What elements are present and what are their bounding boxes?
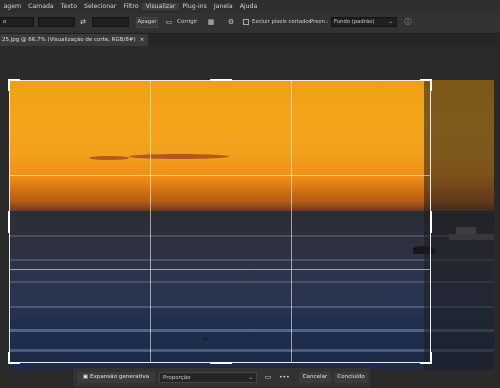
crop-handle-bottom[interactable] — [210, 362, 232, 364]
menu-bar: agem Camada Texto Selecionar Filtro Visu… — [0, 0, 500, 13]
straighten-icon[interactable]: ▭ — [164, 17, 174, 27]
crop-handle-top[interactable] — [210, 79, 232, 81]
menu-filter[interactable]: Filtro — [120, 3, 142, 10]
menu-plugins[interactable]: Plug-ins — [179, 3, 210, 10]
menu-help[interactable]: Ajuda — [236, 3, 261, 10]
document-tab-title: 25.jpg @ 66,7% (Visualização de corte, R… — [2, 37, 136, 43]
menu-select[interactable]: Selecionar — [81, 3, 120, 10]
crop-preset-select[interactable]: o — [0, 17, 34, 27]
grid-overlay-icon[interactable]: ▦ — [206, 17, 216, 27]
crop-handle-right[interactable] — [430, 211, 432, 233]
chevron-down-icon: ⌄ — [248, 375, 253, 381]
more-options-button[interactable]: ••• — [279, 372, 290, 383]
menu-image[interactable]: agem — [0, 3, 25, 10]
delete-pixels-checkbox[interactable] — [243, 19, 249, 25]
close-icon[interactable]: × — [140, 34, 145, 46]
grid-line — [10, 269, 430, 270]
grid-line — [10, 175, 430, 176]
straighten-icon[interactable]: ▭ — [263, 372, 273, 382]
crop-preset-value: o — [3, 19, 7, 25]
info-icon[interactable]: ⓘ — [403, 17, 413, 27]
cropped-out-area — [424, 80, 494, 370]
crop-handle-left[interactable] — [8, 211, 10, 233]
grid-line — [291, 81, 292, 362]
width-field[interactable] — [38, 17, 75, 27]
cancel-button[interactable]: Cancelar — [299, 372, 331, 383]
document-tab-bar: 25.jpg @ 66,7% (Visualização de corte, R… — [0, 34, 500, 46]
crop-handle-top-right[interactable] — [420, 79, 432, 91]
ratio-label: Proporção — [163, 375, 191, 381]
menu-view[interactable]: Visualizar — [142, 3, 179, 10]
document-tab[interactable]: 25.jpg @ 66,7% (Visualização de corte, R… — [0, 34, 149, 46]
ratio-select[interactable]: Proporção ⌄ — [159, 372, 257, 383]
menu-layer[interactable]: Camada — [25, 3, 58, 10]
crop-handle-bottom-left[interactable] — [8, 352, 20, 364]
gear-icon[interactable]: ⚙ — [226, 17, 236, 27]
done-button[interactable]: Concluído — [334, 372, 368, 383]
canvas-area[interactable]: ⌄ — [0, 46, 500, 388]
contextual-task-bar: ▣ Expansão generativa Proporção ⌄ ▭ ••• … — [72, 367, 372, 388]
crop-handle-top-left[interactable] — [8, 79, 20, 91]
crop-box[interactable] — [8, 79, 432, 364]
generative-expand-label: Expansão generativa — [89, 374, 150, 380]
menu-window[interactable]: Janela — [210, 3, 236, 10]
chevron-down-icon: ⌄ — [388, 19, 393, 25]
generative-expand-icon: ▣ — [82, 374, 89, 380]
delete-pixels-label: Excluir pixels cortados — [252, 19, 312, 25]
grid-line — [150, 81, 151, 362]
swap-icon[interactable]: ⇄ — [78, 17, 88, 27]
options-bar: o ⇄ Apagar ▭ Corrigir ▦ ⚙ Excluir pixels… — [0, 13, 500, 34]
straighten-label[interactable]: Corrigir — [177, 17, 197, 27]
fill-label: Preen.: — [310, 19, 329, 25]
fill-value: Fundo (padrão) — [334, 19, 375, 25]
height-field[interactable] — [92, 17, 129, 27]
menu-text[interactable]: Texto — [57, 3, 80, 10]
generative-expand-button[interactable]: ▣ Expansão generativa — [77, 372, 155, 383]
fill-select[interactable]: Fundo (padrão) ⌄ — [331, 17, 397, 27]
clear-button[interactable]: Apagar — [136, 17, 158, 28]
crop-handle-bottom-right[interactable] — [420, 352, 432, 364]
